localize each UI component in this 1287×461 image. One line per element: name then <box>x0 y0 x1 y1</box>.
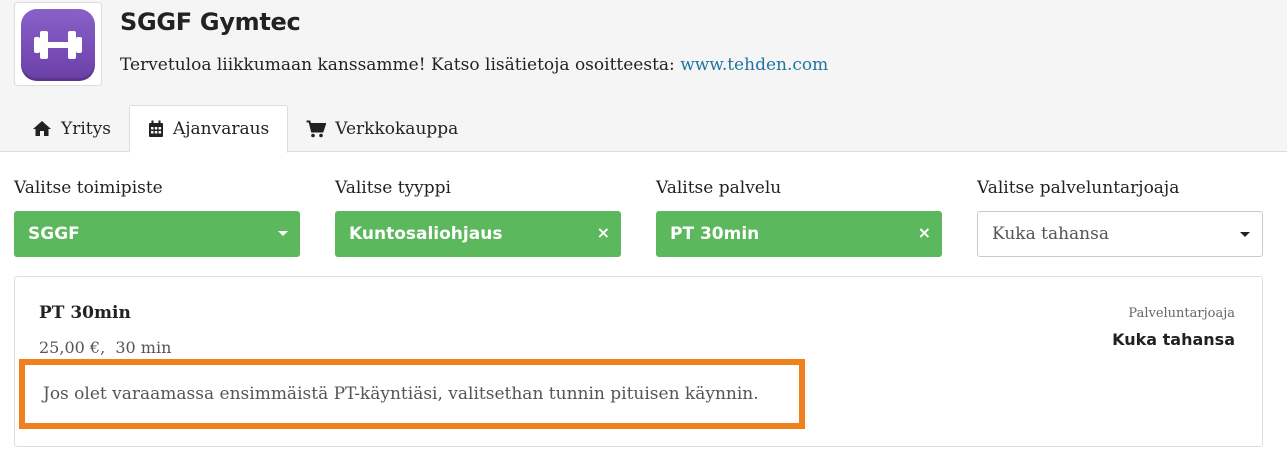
clear-icon[interactable]: × <box>918 223 931 242</box>
location-label: Valitse toimipiste <box>14 178 163 198</box>
service-card[interactable]: PT 30min 25,00 €, 30 min Palveluntarjoaj… <box>14 276 1263 447</box>
card-provider-label: Palveluntarjoaja <box>1128 306 1235 321</box>
provider-select[interactable]: Kuka tahansa <box>977 211 1263 257</box>
card-provider-value: Kuka tahansa <box>1112 330 1235 349</box>
service-name: PT 30min <box>39 303 131 323</box>
tab-label: Verkkokauppa <box>335 118 459 139</box>
service-label: Valitse palvelu <box>656 178 782 198</box>
tab-ajanvaraus[interactable]: Ajanvaraus <box>128 105 289 153</box>
service-price-duration: 25,00 €, 30 min <box>39 338 172 357</box>
service-value: PT 30min <box>670 224 760 244</box>
company-name: SGGF Gymtec <box>120 8 301 36</box>
notice-text: Jos olet varaamassa ensimmäistä PT-käynt… <box>43 384 759 404</box>
type-value: Kuntosaliohjaus <box>349 224 503 244</box>
welcome-message: Tervetuloa liikkumaan kanssamme! Katso l… <box>120 55 681 75</box>
welcome-text: Tervetuloa liikkumaan kanssamme! Katso l… <box>120 55 828 75</box>
main-tabs: Yritys Ajanvaraus Verkkokauppa <box>14 105 476 153</box>
location-value: SGGF <box>28 224 80 244</box>
type-label: Valitse tyyppi <box>335 178 451 198</box>
chevron-down-icon <box>1240 232 1250 237</box>
service-notice: Jos olet varaamassa ensimmäistä PT-käynt… <box>19 359 805 429</box>
provider-value: Kuka tahansa <box>992 224 1109 244</box>
clear-icon[interactable]: × <box>597 223 610 242</box>
shopping-cart-icon <box>306 120 327 137</box>
tab-label: Ajanvaraus <box>172 119 270 139</box>
company-logo <box>14 2 102 86</box>
chevron-down-icon <box>278 231 288 236</box>
service-select[interactable]: PT 30min × <box>656 211 942 257</box>
home-icon <box>33 121 51 136</box>
provider-label: Valitse palveluntarjoaja <box>977 178 1180 198</box>
calendar-icon <box>148 120 163 137</box>
dumbbell-icon <box>21 9 95 81</box>
tab-label: Yritys <box>61 118 111 139</box>
website-link[interactable]: www.tehden.com <box>680 55 828 75</box>
location-select[interactable]: SGGF <box>14 211 300 257</box>
type-select[interactable]: Kuntosaliohjaus × <box>335 211 621 257</box>
tab-yritys[interactable]: Yritys <box>14 105 129 152</box>
tab-verkkokauppa[interactable]: Verkkokauppa <box>288 105 476 152</box>
